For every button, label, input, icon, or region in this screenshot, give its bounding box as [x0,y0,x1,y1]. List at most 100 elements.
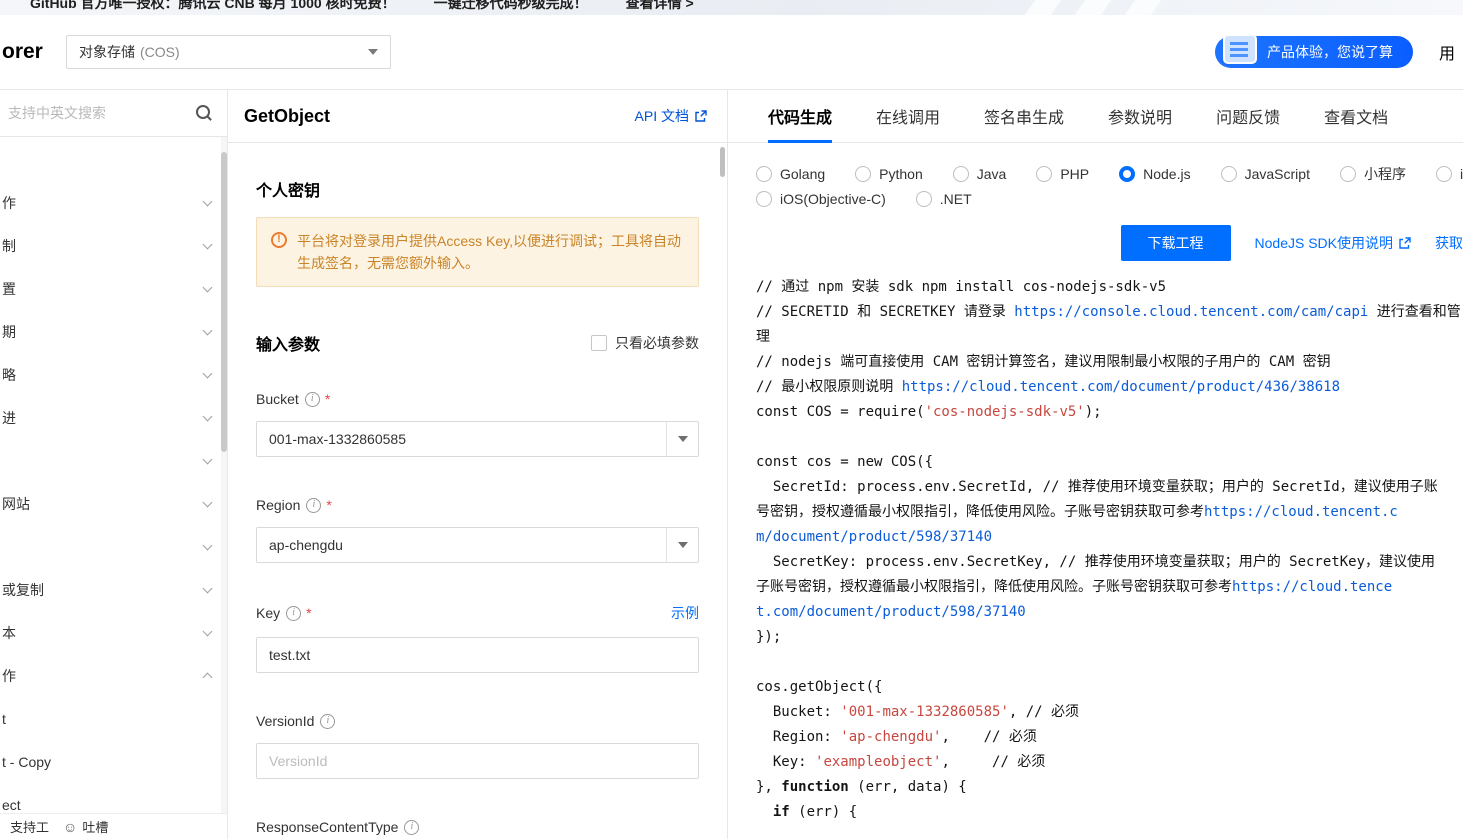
info-icon[interactable] [304,391,320,407]
api-params-panel: GetObject API 文档 个人密钥 平台将对登录用户提供Access K… [228,90,728,839]
radio-label: PHP [1060,166,1090,182]
chevron-up-icon [202,672,213,682]
region-select[interactable]: ap-chengdu [256,527,699,563]
language-radio[interactable]: Python [855,166,923,182]
api-doc-link[interactable]: API 文档 [635,106,707,126]
get-key-link[interactable]: 获取 [1435,233,1463,253]
checkbox-icon[interactable] [591,335,607,351]
search-icon[interactable] [196,104,213,122]
sidebar-item[interactable]: 本 [0,611,227,654]
sidebar-item[interactable]: 略 [0,353,227,396]
radio-icon [1339,166,1356,182]
code-line: const cos = new COS({ [756,454,934,470]
product-feedback-button[interactable]: 产品体验，您说了算 [1214,34,1413,68]
language-radio[interactable]: iOS(S [1435,166,1463,182]
language-radio[interactable]: .NET [915,191,972,207]
language-radio[interactable]: Node.js [1119,166,1191,182]
language-radio[interactable]: PHP [1036,166,1089,182]
promo-details-link[interactable]: 查看详情 > [626,0,694,11]
sidebar-item[interactable]: 或复制 [0,568,227,611]
tab[interactable]: 问题反馈 [1216,90,1280,142]
warning-icon [271,232,287,248]
sidebar-item-label: 网站 [2,495,30,512]
sidebar-item[interactable]: t [0,697,227,740]
sidebar-item[interactable]: 制 [0,224,227,267]
support-link[interactable]: 支持工 [10,817,49,836]
sdk-doc-link[interactable]: NodeJS SDK使用说明 [1255,233,1411,253]
tab[interactable]: 参数说明 [1108,90,1172,142]
field-label: ResponseContentType [256,819,399,835]
tab[interactable]: 在线调用 [876,90,940,142]
key-example-link[interactable]: 示例 [671,603,699,623]
sidebar-item[interactable]: t - Copy [0,740,227,783]
warning-text: 平台将对登录用户提供Access Key,以便进行调试；工具将自动生成签名，无需… [297,233,681,271]
sidebar-item-label: ect [2,796,21,813]
sidebar-item[interactable]: 网站 [0,482,227,525]
language-radio[interactable]: Golang [756,166,825,182]
sidebar-item[interactable] [0,525,227,568]
required-asterisk: * [326,497,332,513]
tab[interactable]: 签名串生成 [984,90,1064,142]
language-radio[interactable]: Java [952,166,1007,182]
sidebar-item-label: 期 [2,323,16,340]
sidebar-item[interactable]: 作 [0,654,227,697]
download-project-button[interactable]: 下载工程 [1120,225,1231,261]
sidebar-item[interactable] [0,439,227,482]
required-only-toggle[interactable]: 只看必填参数 [591,333,699,353]
tab[interactable]: 代码生成 [768,90,833,143]
radio-label: JavaScript [1244,166,1310,182]
info-icon[interactable] [320,713,336,729]
chevron-down-icon [202,325,213,335]
sidebar-item-label: 作 [2,194,16,211]
search-input[interactable] [8,105,196,121]
field-label: Key [256,605,281,621]
language-radio[interactable]: iOS(Objective-C) [756,191,886,207]
radio-icon [1220,166,1237,182]
sidebar-item[interactable]: 期 [0,310,227,353]
code-panel: 代码生成 在线调用 签名串生成 参数说明 问题反馈 查看文档 Golang Python Ja… [728,90,1463,839]
key-input[interactable] [257,638,698,672]
bucket-select[interactable]: 001-max-1332860585 [256,421,699,457]
sidebar-item-label: 本 [2,624,16,641]
chevron-down-icon [368,49,378,55]
radio-label: Node.js [1143,166,1191,182]
chevron-down-icon [202,497,213,507]
section-personal-key: 个人密钥 [256,183,321,200]
sidebar-item[interactable]: 置 [0,267,227,310]
chevron-down-icon [202,368,213,378]
code-line: cos.getObject({ [756,679,883,695]
code-line: m/document/product/598/37140 [756,529,993,545]
scrollbar-thumb[interactable] [221,152,227,452]
code-block[interactable]: // 通过 npm 安装 sdk npm install cos-nodejs-… [756,275,1463,825]
language-radio[interactable]: 小程序 [1339,164,1406,184]
radio-label: Java [976,166,1007,182]
sdk-doc-label: NodeJS SDK使用说明 [1254,235,1393,251]
promo-banner-text: GitHub 官方唯一授权：腾讯云 CNB 每月 1000 核时免费！ 一键迁移代… [30,0,694,13]
tab[interactable]: 查看文档 [1324,90,1388,142]
header-user-menu[interactable]: 用 [1439,40,1455,64]
tab-bar: 代码生成 在线调用 签名串生成 参数说明 问题反馈 查看文档 [728,90,1463,143]
promo-text-2: 一键迁移代码秒级完成！ [433,0,588,11]
radio-icon [855,166,872,182]
info-icon[interactable] [306,497,322,513]
app-logo-text: orer [2,40,43,63]
info-icon[interactable] [404,819,420,835]
product-select[interactable]: 对象存储 (COS) [66,35,391,69]
code-line: // SECRETID 和 SECRETKEY 请登录 https://cons… [756,304,1461,320]
chevron-down-icon [666,528,698,562]
versionid-input[interactable] [257,744,698,778]
sidebar-scrollbar[interactable] [221,137,227,813]
chevron-down-icon [202,196,213,206]
sidebar-item-label: t - Copy [2,753,52,770]
code-line: // 最小权限原则说明 https://cloud.tencent.com/do… [756,379,1341,395]
external-link-icon [695,109,707,122]
radio-label: iOS(Objective-C) [780,191,886,207]
language-radio[interactable]: JavaScript [1220,166,1310,182]
code-line: t.com/document/product/598/37140 [756,604,1026,620]
feedback-link[interactable]: 吐槽 [63,817,108,836]
sidebar-item[interactable]: 进 [0,396,227,439]
sidebar-item[interactable]: 作 [0,181,227,224]
info-icon[interactable] [286,605,302,621]
field-key: Key * 示例 [256,603,699,673]
api-sidebar: 作制置期略进网站或复制本作tt - Copyect 支持工 吐槽 [0,90,228,839]
